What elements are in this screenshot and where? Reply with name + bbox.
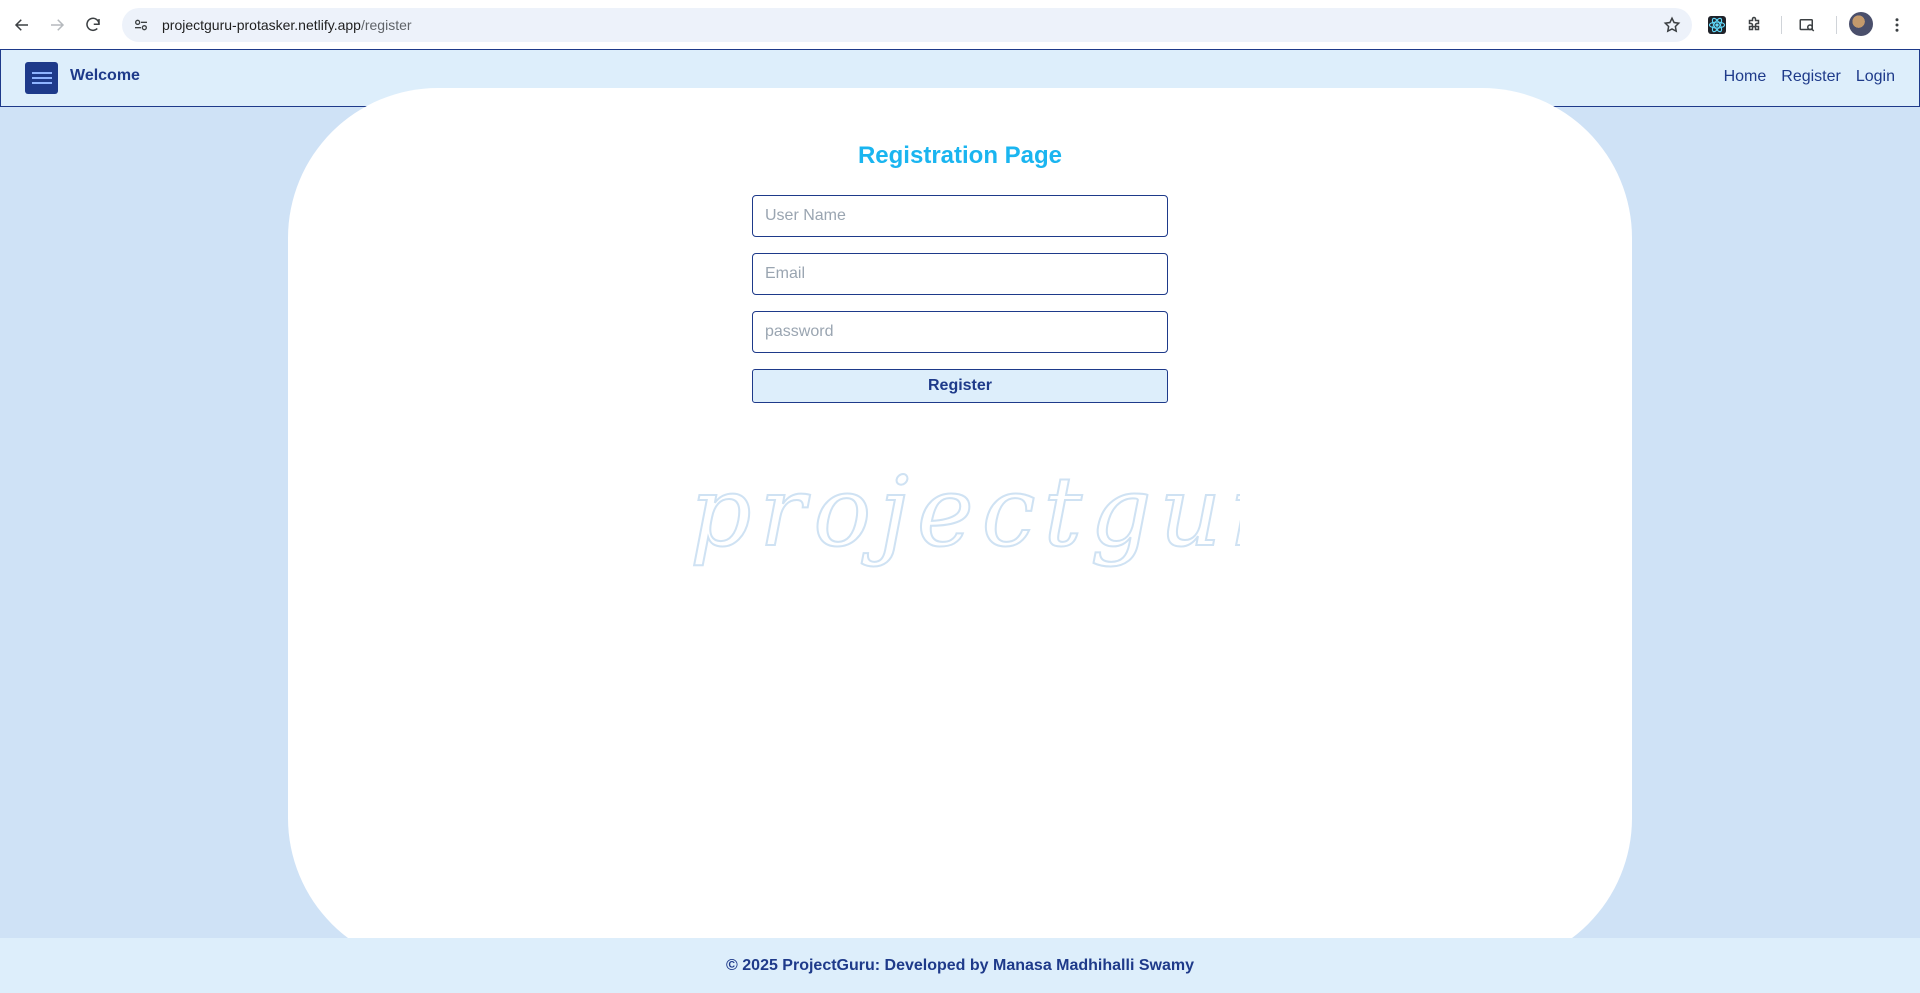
more-menu-icon[interactable] xyxy=(1884,12,1910,38)
password-input[interactable] xyxy=(752,311,1168,353)
brand-title: Welcome xyxy=(70,67,140,84)
email-input[interactable] xyxy=(752,253,1168,295)
nav-link-login[interactable]: Login xyxy=(1856,68,1895,86)
watermark-text: projectguru xyxy=(690,456,1240,568)
reload-icon[interactable] xyxy=(75,7,111,43)
projectguru-watermark: projectguru xyxy=(689,455,1240,569)
site-info-icon[interactable] xyxy=(126,10,156,40)
nav-link-home[interactable]: Home xyxy=(1724,68,1767,86)
url-host: projectguru-protasker.netlify.app xyxy=(162,17,361,33)
footer-copyright: © 2025 ProjectGuru: Developed by Manasa … xyxy=(726,956,1194,974)
extensions-puzzle-icon[interactable] xyxy=(1741,12,1767,38)
username-input[interactable] xyxy=(752,195,1168,237)
page-footer: © 2025 ProjectGuru: Developed by Manasa … xyxy=(0,938,1920,993)
logo-icon[interactable] xyxy=(25,62,58,94)
page-title: Registration Page xyxy=(857,142,1063,169)
tab-search-icon[interactable] xyxy=(1794,12,1820,38)
bookmark-star-icon[interactable] xyxy=(1660,13,1684,37)
profile-avatar[interactable] xyxy=(1849,12,1873,36)
forward-arrow-icon[interactable] xyxy=(39,7,75,43)
nav-link-register[interactable]: Register xyxy=(1781,68,1841,86)
back-arrow-icon[interactable] xyxy=(4,7,40,43)
address-bar[interactable]: projectguru-protasker.netlify.app/regist… xyxy=(122,8,1692,42)
toolbar-divider xyxy=(1836,16,1837,34)
toolbar-divider xyxy=(1781,16,1782,34)
register-button[interactable]: Register xyxy=(752,369,1168,403)
url-text: projectguru-protasker.netlify.app/regist… xyxy=(162,17,412,33)
url-path: /register xyxy=(360,17,412,33)
main-nav: Home Register Login xyxy=(1724,68,1895,86)
react-devtools-extension-icon[interactable] xyxy=(1704,12,1730,38)
browser-toolbar: projectguru-protasker.netlify.app/regist… xyxy=(0,0,1920,49)
